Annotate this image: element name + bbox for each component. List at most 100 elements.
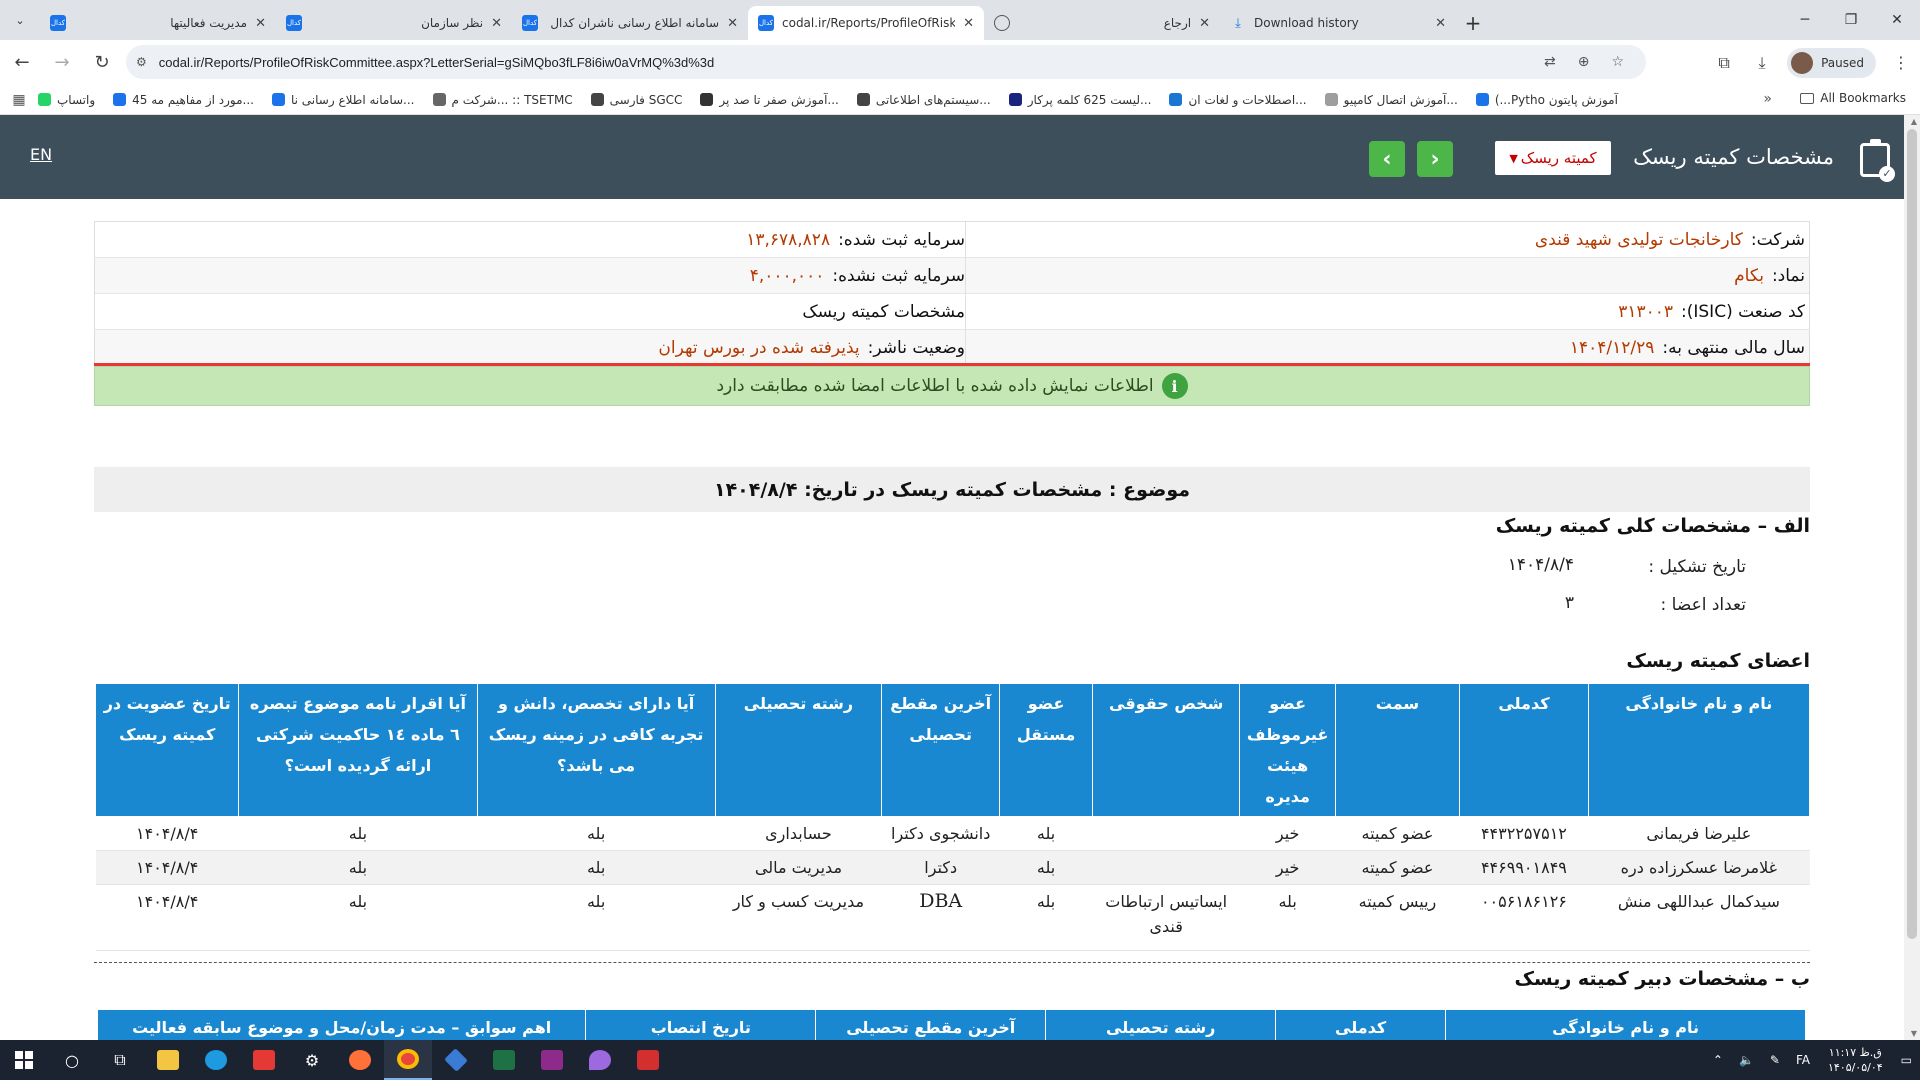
acrobat-icon[interactable] (624, 1040, 672, 1080)
subject-bar: موضوع : مشخصات کمیته ریسک در تاریخ: ۱۴۰۴… (94, 467, 1810, 512)
bookmark-item[interactable]: واتساپ (38, 93, 95, 107)
search-icon[interactable]: ○ (48, 1040, 96, 1080)
report-type-dropdown[interactable]: کمیته ریسک ▼ (1495, 141, 1611, 175)
tab-search-button[interactable]: ⌄ (0, 0, 40, 40)
restore-button[interactable]: ❐ (1828, 0, 1874, 40)
tab-4[interactable]: ارجاع ✕ (984, 6, 1220, 40)
apps-grid-icon[interactable]: ▦ (0, 92, 38, 108)
bookmark-item[interactable]: سیستم‌های اطلاعاتی... (856, 92, 991, 107)
scroll-thumb[interactable] (1907, 129, 1917, 939)
notifications-icon[interactable]: ▭ (1901, 1053, 1912, 1067)
volume-icon[interactable]: 🔈 (1739, 1053, 1754, 1067)
bookmark-item[interactable]: سامانه اطلاع رسانی نا... (271, 93, 415, 107)
tab-close-icon[interactable]: ✕ (1435, 16, 1446, 31)
new-tab-button[interactable]: + (1456, 6, 1490, 40)
clock[interactable]: ق.ظ ۱۱:۱۷ ۱۴۰۵/۰۵/۰۴ (1828, 1045, 1883, 1075)
settings-icon[interactable]: ⚙ (288, 1040, 336, 1080)
vertical-scrollbar[interactable]: ▲ ▼ (1904, 115, 1920, 1040)
tab-strip: ⌄ کدال مدیریت فعالیتها ✕ کدال نظر سازمان ✕ ک… (0, 0, 1920, 40)
prev-report-button[interactable]: ‹ (1369, 141, 1405, 177)
tab-close-icon[interactable]: ✕ (255, 16, 266, 31)
reload-button[interactable]: ↻ (84, 45, 120, 81)
bookmark-item[interactable]: آموزش اتصال کامپیو... (1324, 92, 1458, 107)
menu-icon[interactable]: ⋮ (1882, 44, 1920, 82)
bookmark-item[interactable]: شرکت م... :: TSETMC (432, 93, 573, 107)
tab-1[interactable]: کدال نظر سازمان ✕ (276, 6, 512, 40)
next-report-button[interactable]: › (1417, 141, 1453, 177)
all-bookmarks-button[interactable]: All Bookmarks (1800, 91, 1906, 105)
bookmark-item[interactable]: لیست 625 کلمه پرکار... (1008, 92, 1152, 107)
table-row: غلامرضا عسکرزاده دره ۴۴۶۹۹۰۱۸۴۹ عضو کمیته خ… (95, 850, 1810, 885)
table-cell: ۴۴۶۹۹۰۱۸۴۹ (1459, 850, 1589, 885)
excel-icon[interactable] (480, 1040, 528, 1080)
downloads-icon[interactable]: ⤓ (1743, 44, 1781, 82)
tab-close-icon[interactable]: ✕ (491, 16, 502, 31)
tab-5[interactable]: ⤓ Download history ✕ (1220, 6, 1456, 40)
tab-2[interactable]: کدال سامانه اطلاع رسانی ناشران کدال ✕ (512, 6, 748, 40)
globe-icon (994, 15, 1010, 31)
symbol-label: نماد: (1771, 266, 1805, 286)
table-cell: بله (1239, 884, 1336, 951)
site-info-icon[interactable]: ⚙ (136, 55, 147, 69)
winrar-icon[interactable] (528, 1040, 576, 1080)
table-cell: دکترا (881, 850, 1000, 885)
formation-date-value: ۱۴۰۴/۸/۴ (1507, 555, 1574, 575)
bookmark-favicon (1475, 93, 1489, 106)
forward-button[interactable]: → (44, 45, 80, 81)
more-bookmarks-icon[interactable]: » (1763, 91, 1772, 107)
tab-close-icon[interactable]: ✕ (727, 16, 738, 31)
minimize-button[interactable]: ─ (1782, 0, 1828, 40)
bookmark-item[interactable]: (...Pytho آموزش پایتون (1475, 93, 1618, 107)
bookmark-label: سیستم‌های اطلاعاتی... (875, 92, 991, 107)
firefox-icon[interactable] (336, 1040, 384, 1080)
close-window-button[interactable]: ✕ (1874, 0, 1920, 40)
extensions-icon[interactable]: ⧉ (1705, 44, 1743, 82)
report-type-text: مشخصات کمیته ریسک (802, 302, 965, 322)
column-header: نام و نام خانوادگی (1445, 1010, 1806, 1040)
fiscal-year-label: سال مالی منتهی به: (1662, 338, 1805, 358)
company-value: کارخانجات تولیدی شهید قندی (1534, 230, 1743, 250)
bookmark-item[interactable]: فارسی SGCC (590, 93, 682, 107)
bookmark-label: واتساپ (57, 92, 96, 107)
chrome-icon[interactable] (384, 1040, 432, 1080)
bookmark-item[interactable]: 45 مورد از مفاهیم مه... (113, 93, 254, 107)
drop-icon[interactable] (576, 1040, 624, 1080)
bookmark-label: آموزش صفر تا صد پر... (719, 92, 839, 107)
tray-chevron-icon[interactable]: ⌃ (1713, 1053, 1723, 1067)
file-explorer-icon[interactable] (144, 1040, 192, 1080)
tab-close-icon[interactable]: ✕ (963, 16, 974, 31)
table-cell: ۴۴۳۲۲۵۷۵۱۲ (1459, 816, 1589, 851)
table-cell: بله (477, 884, 716, 951)
column-header: نام و نام خانوادگی (1587, 683, 1811, 817)
back-button[interactable]: ← (4, 45, 40, 81)
windows-icon (15, 1051, 33, 1069)
lang-toggle-link[interactable]: EN (30, 145, 52, 164)
tab-3-active[interactable]: کدال codal.ir/Reports/ProfileOfRiskC ✕ (748, 6, 984, 40)
bookmark-item[interactable]: اصطلاحات و لغات ان... (1169, 93, 1307, 107)
language-indicator[interactable]: FA (1796, 1053, 1810, 1067)
verification-banner: i اطلاعات نمایش داده شده با اطلاعات امضا … (94, 366, 1810, 406)
bookmark-label: لیست 625 کلمه پرکار... (1027, 92, 1152, 107)
app-icon[interactable] (432, 1040, 480, 1080)
bookmark-label: آموزش اتصال کامپیو... (1343, 92, 1458, 107)
tab-title: ارجاع (1163, 16, 1192, 30)
profile-button[interactable]: Paused (1787, 47, 1876, 78)
bookmark-favicon (432, 93, 446, 106)
task-view-icon[interactable]: ⧉ (96, 1040, 144, 1080)
anydesk-icon[interactable] (240, 1040, 288, 1080)
start-button[interactable] (0, 1040, 48, 1080)
dropdown-label: کمیته ریسک (1520, 149, 1597, 167)
scroll-down-arrow[interactable]: ▼ (1911, 1029, 1917, 1038)
address-bar[interactable]: ⚙ codal.ir/Reports/ProfileOfRiskCommitte… (126, 45, 1646, 79)
tab-close-icon[interactable]: ✕ (1199, 16, 1210, 31)
translate-icon[interactable]: ⇄ (1544, 54, 1556, 70)
bookmark-item[interactable]: آموزش صفر تا صد پر... (700, 92, 839, 107)
edge-icon[interactable] (192, 1040, 240, 1080)
tab-0[interactable]: کدال مدیریت فعالیتها ✕ (40, 6, 276, 40)
url-text[interactable]: codal.ir/Reports/ProfileOfRiskCommittee.… (159, 55, 1544, 70)
scroll-up-arrow[interactable]: ▲ (1911, 117, 1917, 126)
zoom-icon[interactable]: ⊕ (1578, 54, 1590, 70)
column-header: عضو غیرموظف هیئت مدیره (1239, 683, 1336, 817)
pen-icon[interactable]: ✎ (1770, 1053, 1780, 1067)
bookmark-star-icon[interactable]: ☆ (1611, 54, 1624, 70)
